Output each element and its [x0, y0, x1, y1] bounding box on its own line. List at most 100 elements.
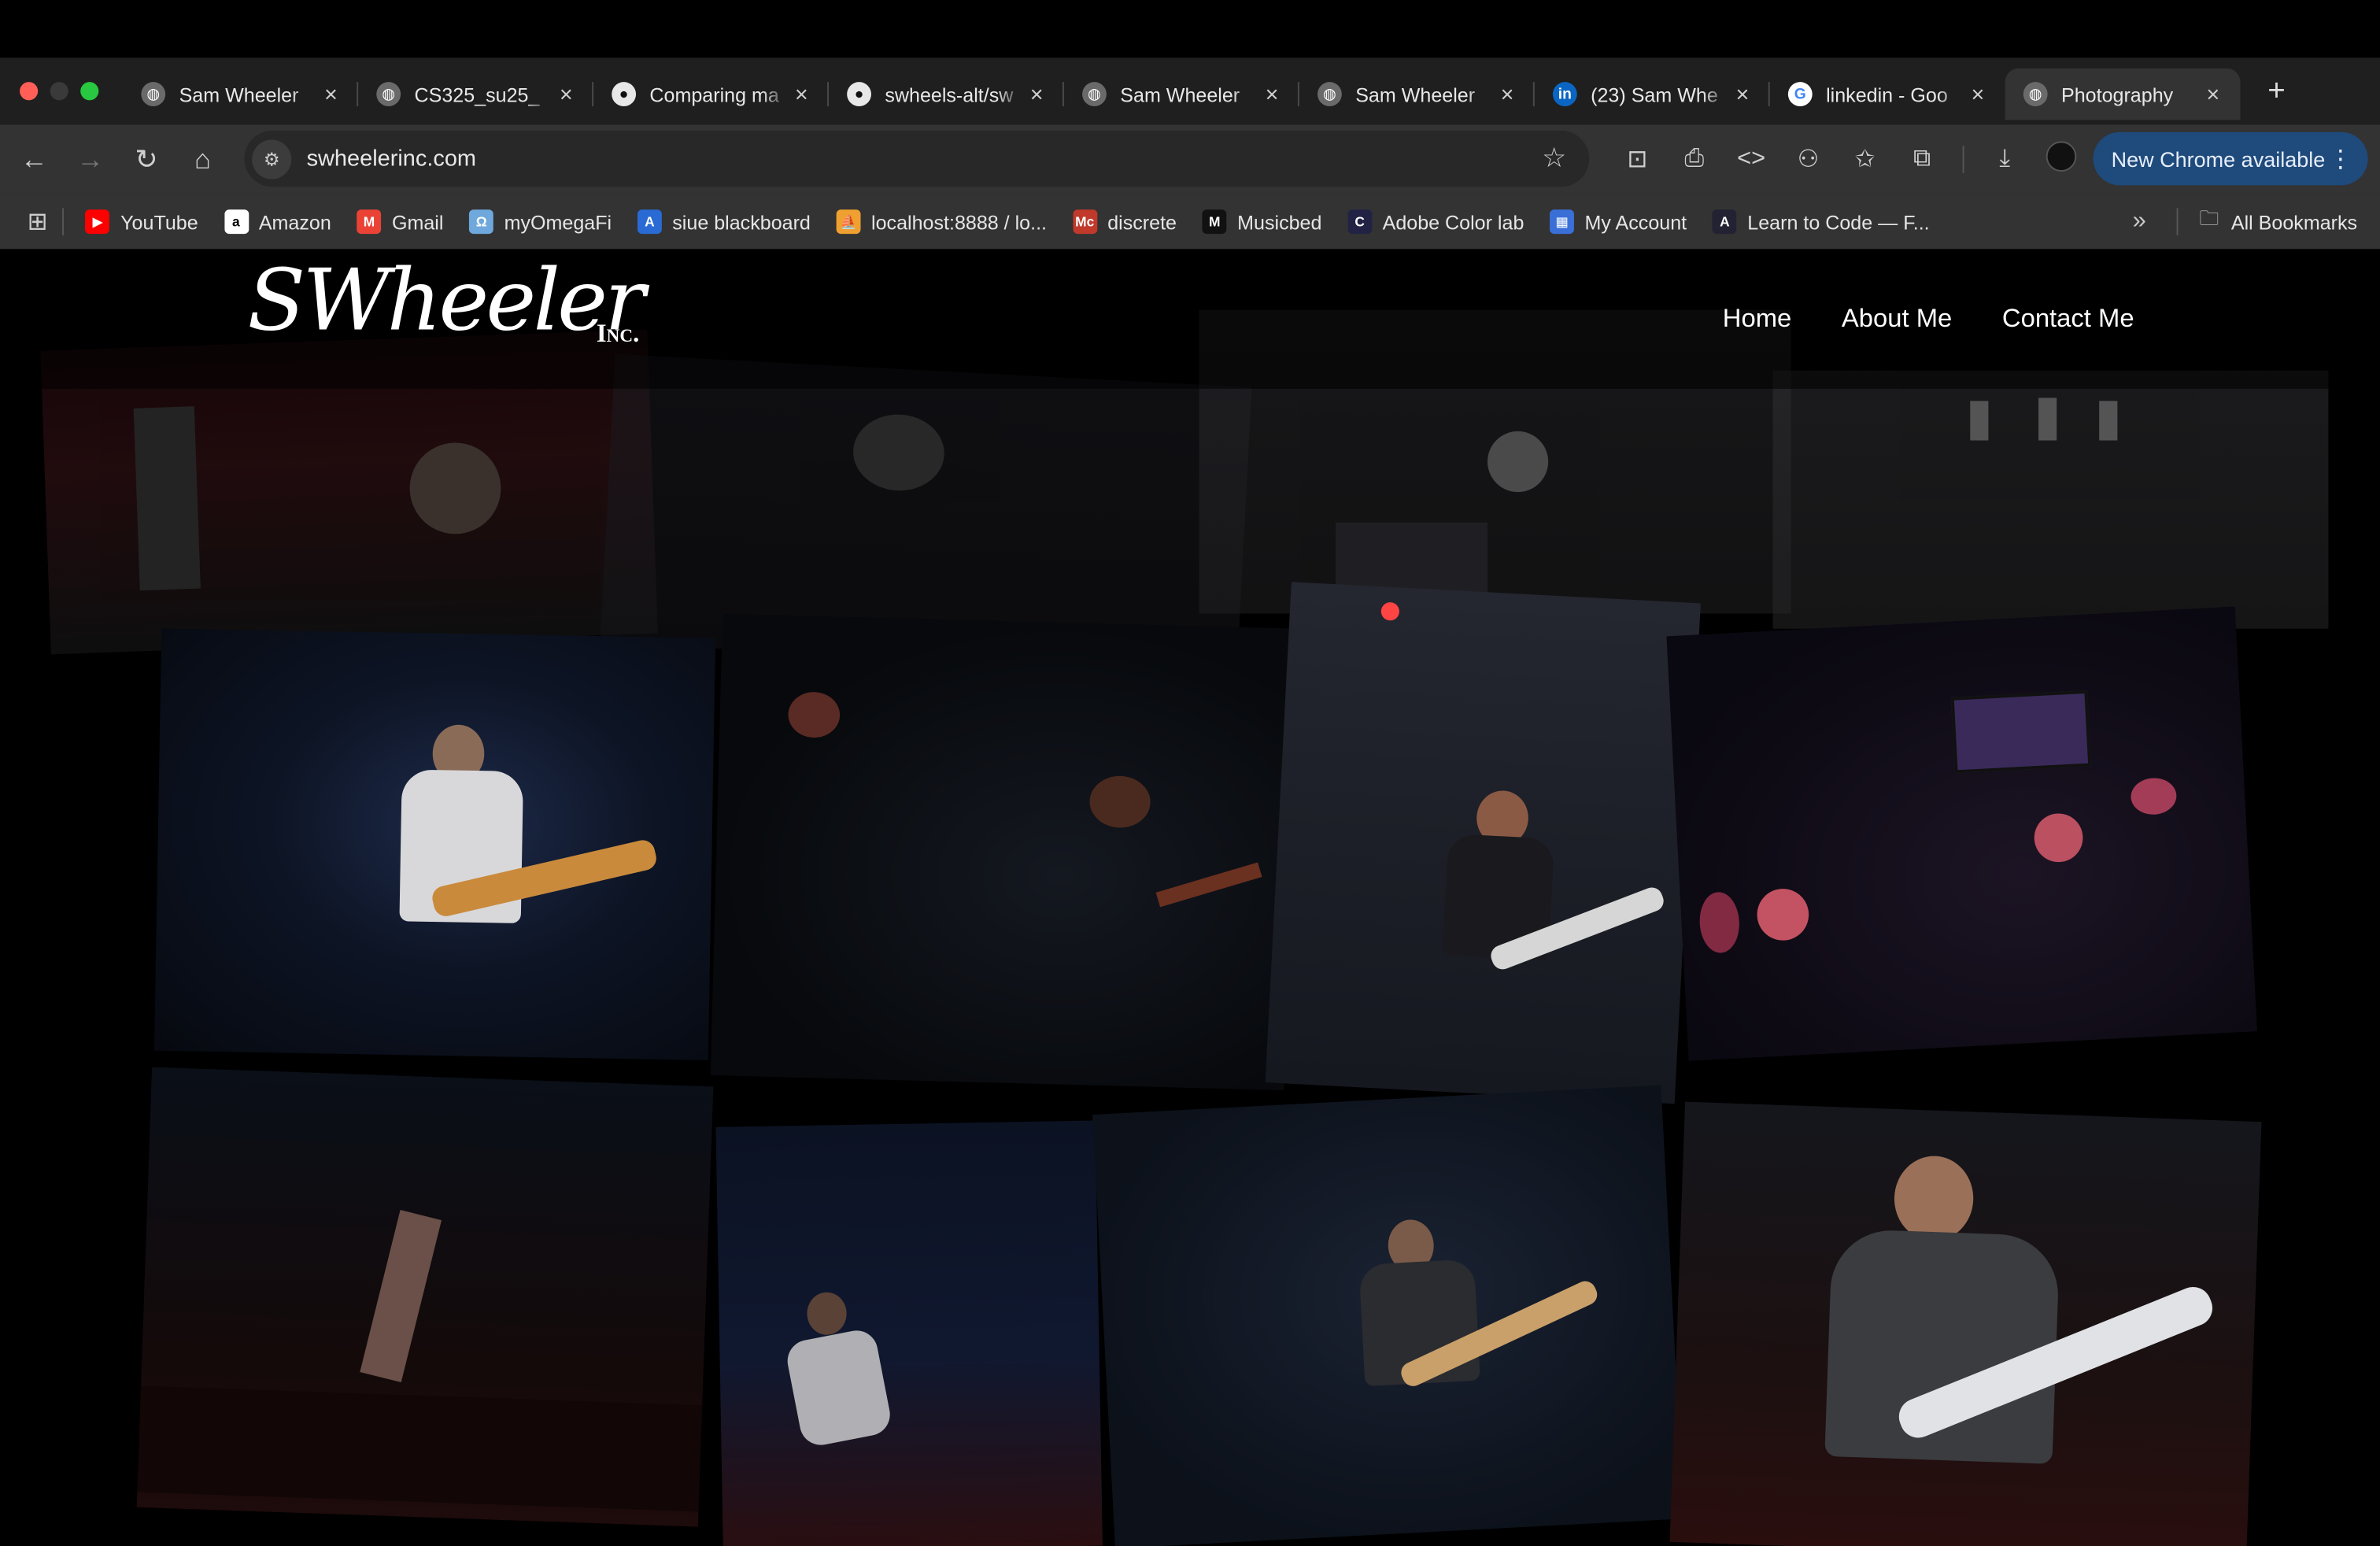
browser-tab[interactable]: ◍ Sam Wheeler × [1064, 68, 1299, 120]
reading-mode-icon[interactable]: ⧉ [1894, 146, 1950, 173]
tab-title: Sam Wheeler [1355, 83, 1476, 106]
bookmark-item[interactable]: ΩmyOmegaFi [469, 209, 612, 235]
site-header: SWheeler Inc. Home About Me Contact Me [0, 249, 2380, 389]
bookmark-icon: M [357, 209, 382, 235]
browser-tab[interactable]: in (23) Sam Whe × [1535, 68, 1770, 120]
print-icon[interactable]: ⎙ [1666, 146, 1723, 173]
browser-tab[interactable]: ● swheels-alt/sw × [829, 68, 1064, 120]
update-chrome-label: New Chrome available [2111, 146, 2326, 172]
profile-avatar[interactable] [2033, 140, 2090, 178]
browser-tab[interactable]: ◍ CS325_su25_ × [358, 68, 594, 120]
tab-title: (23) Sam Whe [1591, 83, 1718, 106]
bookmark-item[interactable]: Mc discrete [1072, 209, 1177, 235]
nav-contact-link[interactable]: Contact Me [2002, 304, 2134, 335]
bookmark-icon: Mc [1072, 209, 1097, 235]
devtools-icon[interactable]: <> [1723, 146, 1779, 173]
close-tab-icon[interactable]: × [1025, 81, 1049, 107]
back-icon[interactable]: ← [6, 143, 62, 176]
forward-icon[interactable]: → [62, 143, 118, 176]
bookmark-star-icon[interactable]: ☆ [1542, 142, 1566, 175]
home-icon[interactable]: ⌂ [175, 143, 231, 176]
more-bookmarks-icon[interactable]: » [2133, 208, 2146, 235]
nav-home-link[interactable]: Home [1723, 304, 1791, 335]
tab-strip: ◍ Sam Wheeler × ◍ CS325_su25_ × ● Comparing ma ×… [0, 57, 2380, 125]
close-window-button[interactable] [20, 82, 39, 101]
globe-icon: ◍ [1082, 82, 1107, 107]
bookmark-icon: A [1712, 209, 1737, 235]
nav-about-link[interactable]: About Me [1842, 304, 1952, 335]
gallery-photo[interactable] [1265, 582, 1701, 1104]
gallery-photo[interactable] [1092, 1085, 1684, 1546]
new-tab-button[interactable]: + [2267, 74, 2286, 109]
browser-tab[interactable]: ◍ Sam Wheeler × [1299, 68, 1535, 120]
close-tab-icon[interactable]: × [554, 81, 578, 107]
gallery-photo[interactable] [136, 1067, 714, 1527]
gallery-photo[interactable] [153, 628, 716, 1060]
bookmark-icon: ⛵ [836, 209, 861, 235]
gallery-photo[interactable] [1772, 370, 2329, 629]
bookmark-item[interactable]: A Learn to Code — F... [1712, 209, 1930, 235]
apps-grid-icon[interactable]: ⊞ [28, 206, 48, 237]
browser-tab[interactable]: ◍ Photography × [2005, 68, 2241, 120]
toolbar-divider [1962, 146, 1964, 173]
gallery-photo[interactable] [1666, 606, 2257, 1061]
close-tab-icon[interactable]: × [1731, 81, 1755, 107]
more-menu-icon[interactable]: ⋮ [2328, 143, 2352, 174]
browser-tab[interactable]: ● Comparing ma × [593, 68, 829, 120]
incognito-icon[interactable]: ⚇ [1779, 144, 1836, 175]
bookmark-label: Learn to Code — F... [1747, 210, 1930, 234]
bookmark-item[interactable]: a Amazon [224, 209, 331, 235]
close-tab-icon[interactable]: × [789, 81, 814, 107]
close-tab-icon[interactable]: × [1965, 81, 1990, 107]
web-page: SWheeler Inc. Home About Me Contact Me [0, 249, 2380, 1546]
gallery-photo[interactable] [710, 613, 1296, 1091]
bookmark-label: siue blackboard [672, 210, 811, 234]
close-tab-icon[interactable]: × [2201, 81, 2225, 107]
all-bookmarks-link[interactable]: All Bookmarks [2231, 210, 2357, 233]
site-logo-suffix: Inc. [596, 319, 640, 348]
bookmarks-divider-right [2176, 208, 2179, 236]
gallery-photo[interactable] [715, 1120, 1103, 1546]
tab-title: linkedin - Goo [1826, 83, 1948, 106]
browser-tab[interactable]: ◍ Sam Wheeler × [123, 68, 359, 120]
minimize-window-button[interactable] [50, 82, 68, 101]
downloads-icon[interactable]: ⤓ [1976, 146, 2033, 173]
bookmark-icon: Ω [469, 209, 494, 235]
bookmark-label: myOmegaFi [504, 210, 612, 234]
screenshot-icon[interactable]: ⊡ [1609, 144, 1665, 175]
menu-bar-area [0, 0, 2380, 58]
bookmark-icon: ▶ [85, 209, 110, 235]
bookmark-item[interactable]: M Musicbed [1202, 209, 1321, 235]
close-tab-icon[interactable]: × [319, 81, 343, 107]
tab-title: Photography [2060, 83, 2174, 106]
close-tab-icon[interactable]: × [1260, 81, 1284, 107]
bookmarks-bar: ⊞ ▶ YouTube a Amazon M Gmail ΩmyOmegaFi Asiue b… [0, 194, 2380, 250]
tab-title: CS325_su25_ [414, 83, 540, 106]
bookmark-item[interactable]: ▦ My Account [1550, 209, 1687, 235]
bookmark-label: localhost:8888 / lo... [871, 210, 1048, 234]
site-settings-icon[interactable]: ⚙ [252, 139, 292, 179]
google-icon: G [1787, 82, 1813, 107]
bookmark-item[interactable]: Asiue blackboard [637, 209, 811, 235]
address-bar[interactable]: ⚙ swheelerinc.com ☆ [244, 130, 1590, 187]
close-tab-icon[interactable]: × [1495, 81, 1520, 107]
bookmark-item[interactable]: M Gmail [357, 209, 443, 235]
bookmark-icon: A [637, 209, 662, 235]
bookmark-icon: ▦ [1550, 209, 1575, 235]
reload-icon[interactable]: ↻ [118, 143, 174, 176]
update-chrome-button[interactable]: New Chrome available ⋮ [2093, 131, 2368, 186]
bookmark-item[interactable]: ▶ YouTube [85, 209, 198, 235]
globe-icon: ◍ [1317, 82, 1342, 107]
maximize-window-button[interactable] [80, 82, 99, 101]
bookmark-icon: a [224, 209, 249, 235]
site-logo[interactable]: SWheeler [247, 252, 645, 350]
bookmark-item[interactable]: ⛵ localhost:8888 / lo... [836, 209, 1048, 235]
browser-tab[interactable]: Glinkedin - Goo × [1770, 68, 2005, 120]
bookmark-label: My Account [1584, 210, 1687, 234]
bookmark-item[interactable]: C Adobe Color lab [1347, 209, 1524, 235]
favorites-icon[interactable]: ✩ [1837, 144, 1894, 175]
gallery-photo[interactable] [1669, 1101, 2262, 1546]
url-text[interactable]: swheelerinc.com [307, 146, 1543, 172]
bookmark-label: discrete [1107, 210, 1177, 234]
tab-title: Sam Wheeler [1120, 83, 1240, 106]
